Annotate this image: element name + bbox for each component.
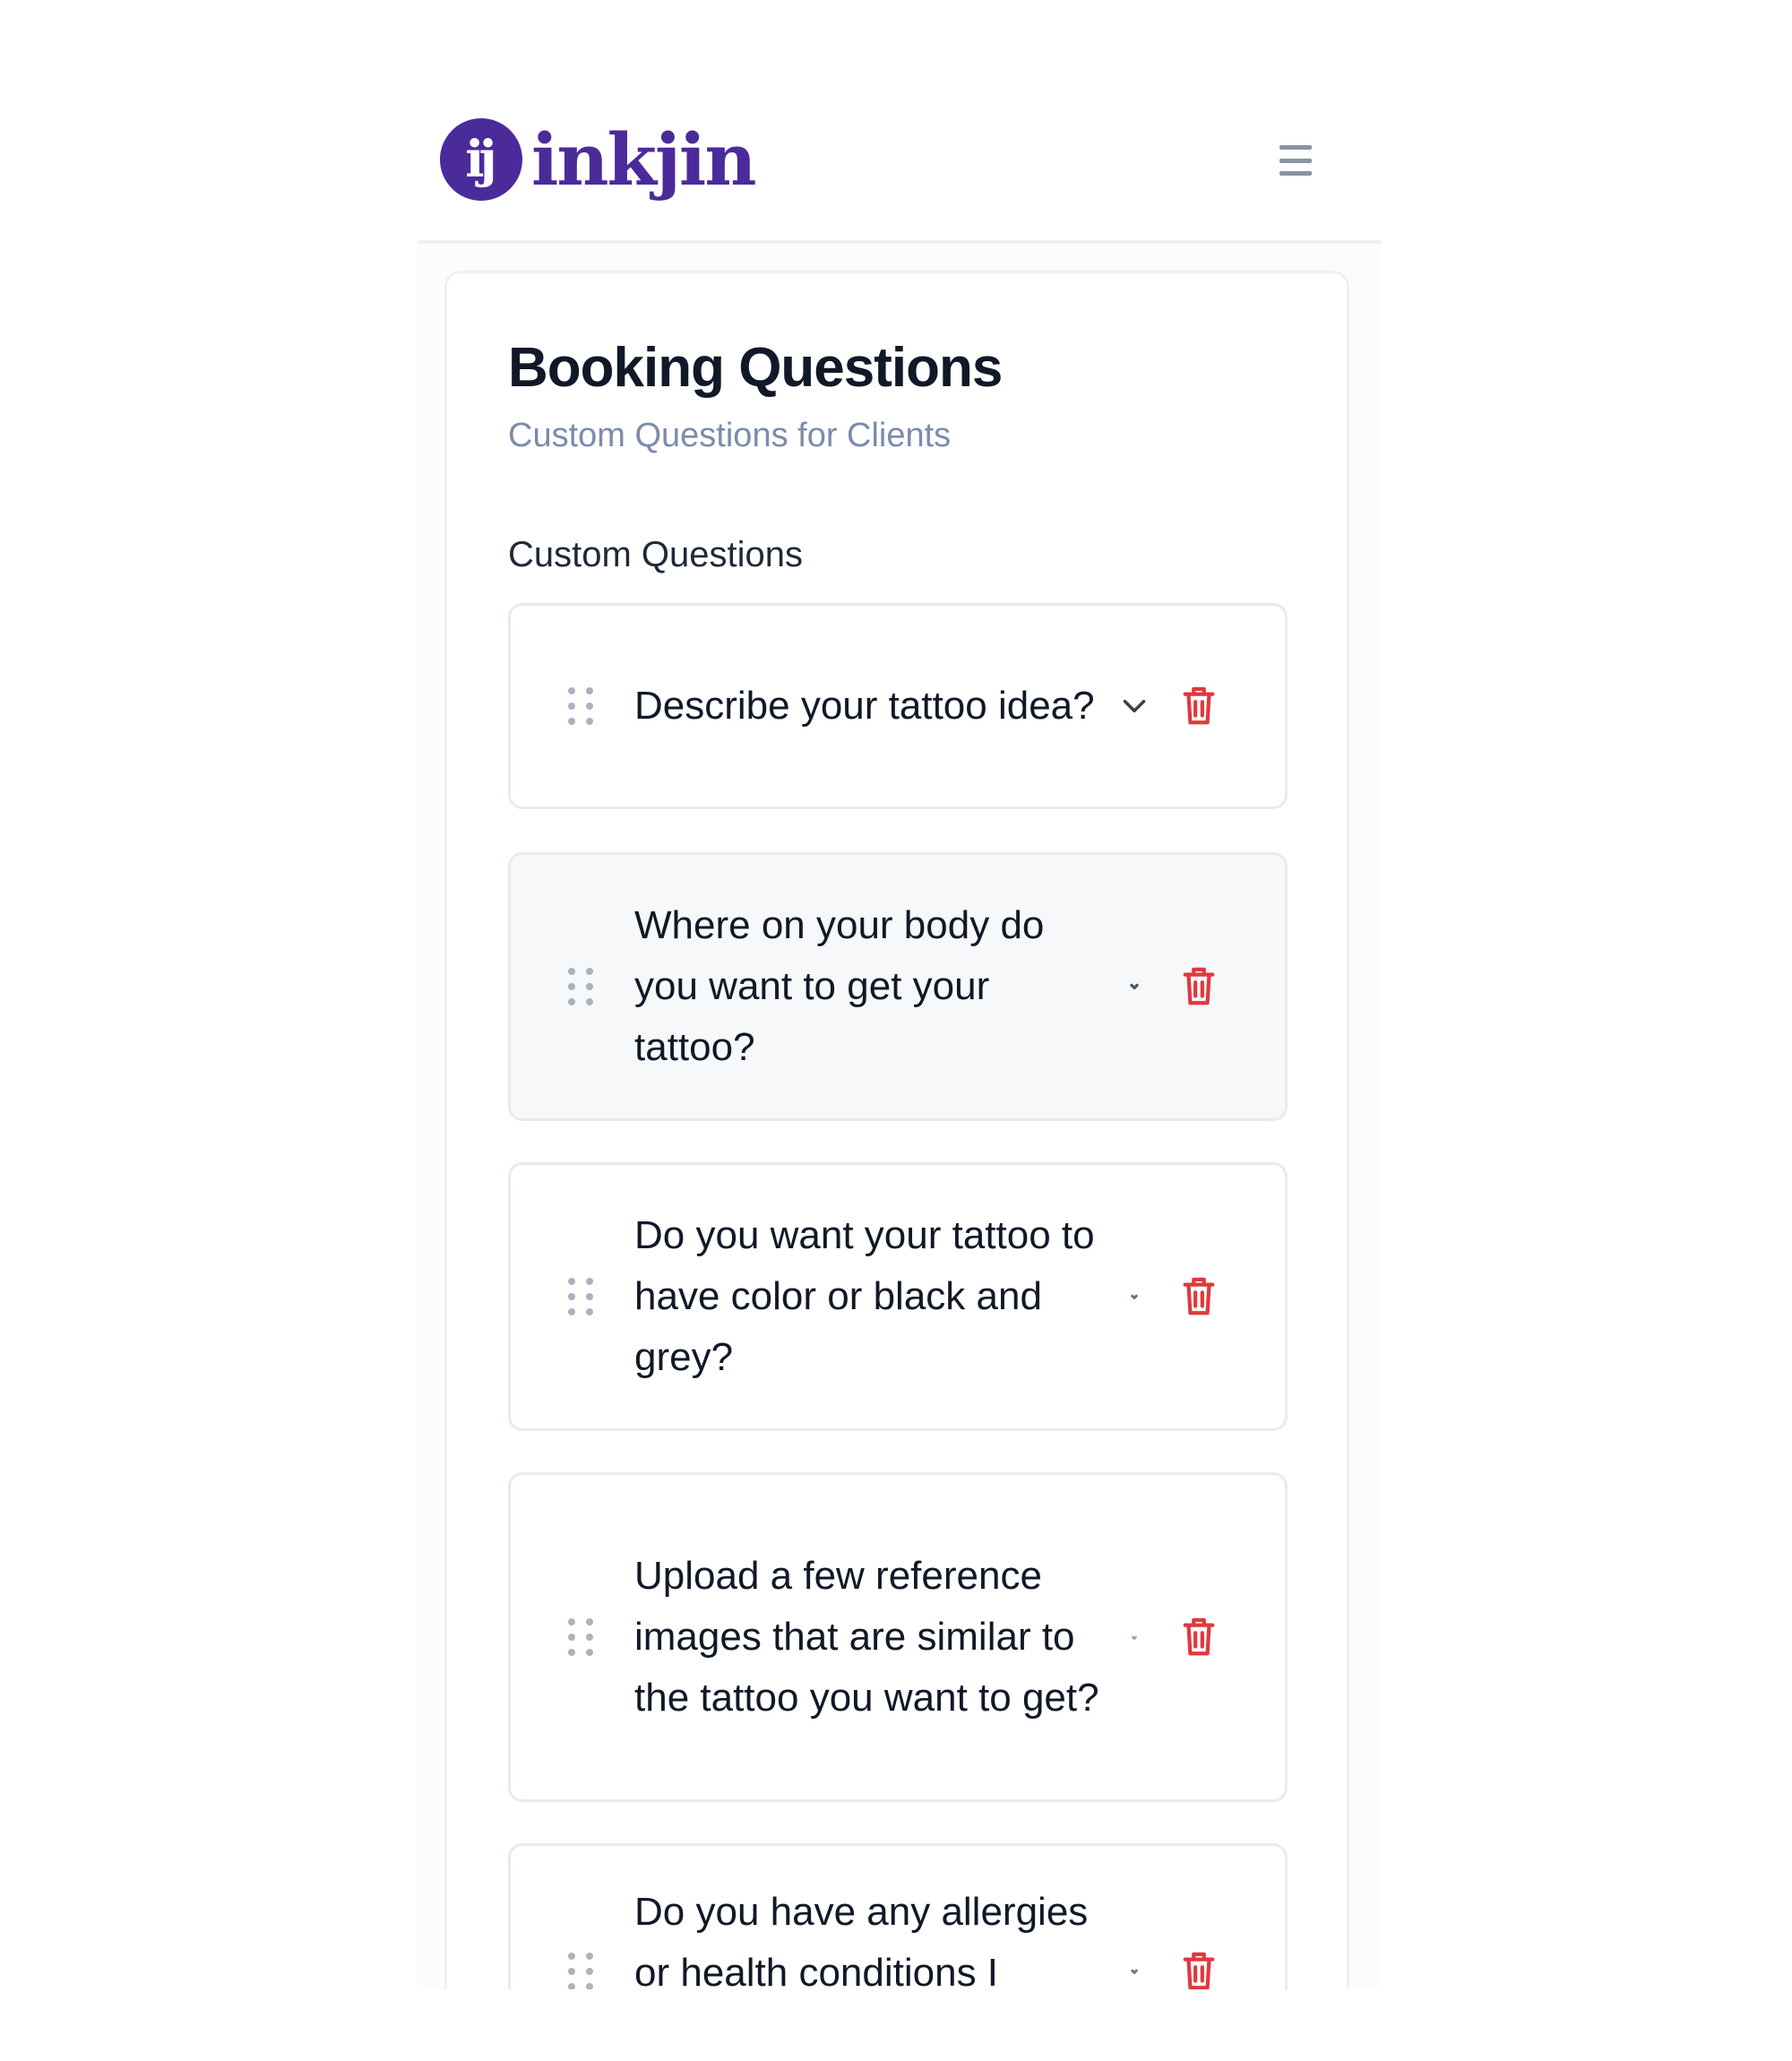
question-item[interactable]: Describe your tattoo idea? <box>508 603 1288 809</box>
drag-handle-icon[interactable] <box>568 1274 593 1319</box>
question-item[interactable]: Where on your body do you want to get yo… <box>508 852 1288 1121</box>
page-title: Booking Questions <box>508 337 1003 399</box>
drag-handle-icon[interactable] <box>568 964 593 1009</box>
drag-handle-icon[interactable] <box>568 1949 593 1989</box>
trash-icon[interactable] <box>1181 1276 1217 1317</box>
top-navigation-bar: ij inkjin <box>418 81 1382 244</box>
logo-mark: ij <box>440 118 522 201</box>
trash-icon[interactable] <box>1181 686 1217 727</box>
custom-questions-label: Custom Questions <box>508 535 804 574</box>
logo-wordmark: inkjin <box>531 117 756 202</box>
chevron-down-icon[interactable] <box>1118 1621 1150 1653</box>
chevron-down-icon[interactable] <box>1118 1955 1150 1988</box>
mobile-viewport: ij inkjin Booking Questions Custom Quest… <box>418 81 1382 1989</box>
booking-questions-card: Booking Questions Custom Questions for C… <box>444 271 1349 1989</box>
chevron-down-icon[interactable] <box>1118 1281 1150 1313</box>
question-item[interactable]: Do you want your tattoo to have color or… <box>508 1162 1288 1431</box>
question-text: Describe your tattoo idea? <box>634 684 1095 728</box>
trash-icon[interactable] <box>1181 1617 1217 1658</box>
inkjin-logo[interactable]: ij inkjin <box>440 117 756 202</box>
question-text: Do you want your tattoo to have color or… <box>634 1213 1095 1379</box>
trash-icon[interactable] <box>1181 1951 1217 1989</box>
chevron-down-icon[interactable] <box>1118 690 1150 722</box>
chevron-down-icon[interactable] <box>1118 970 1150 1003</box>
drag-handle-icon[interactable] <box>568 684 593 729</box>
drag-handle-icon[interactable] <box>568 1615 593 1660</box>
logo-mark-text: ij <box>465 130 496 189</box>
question-text: Upload a few reference images that are s… <box>634 1554 1099 1720</box>
hamburger-menu-icon[interactable] <box>1279 145 1312 176</box>
question-item[interactable]: Do you have any allergies or health cond… <box>508 1843 1288 1989</box>
question-text: Do you have any allergies or health cond… <box>634 1890 1089 1989</box>
question-item[interactable]: Upload a few reference images that are s… <box>508 1472 1288 1802</box>
trash-icon[interactable] <box>1181 966 1217 1007</box>
question-text: Where on your body do you want to get yo… <box>634 903 1045 1069</box>
page-subtitle: Custom Questions for Clients <box>508 417 952 454</box>
